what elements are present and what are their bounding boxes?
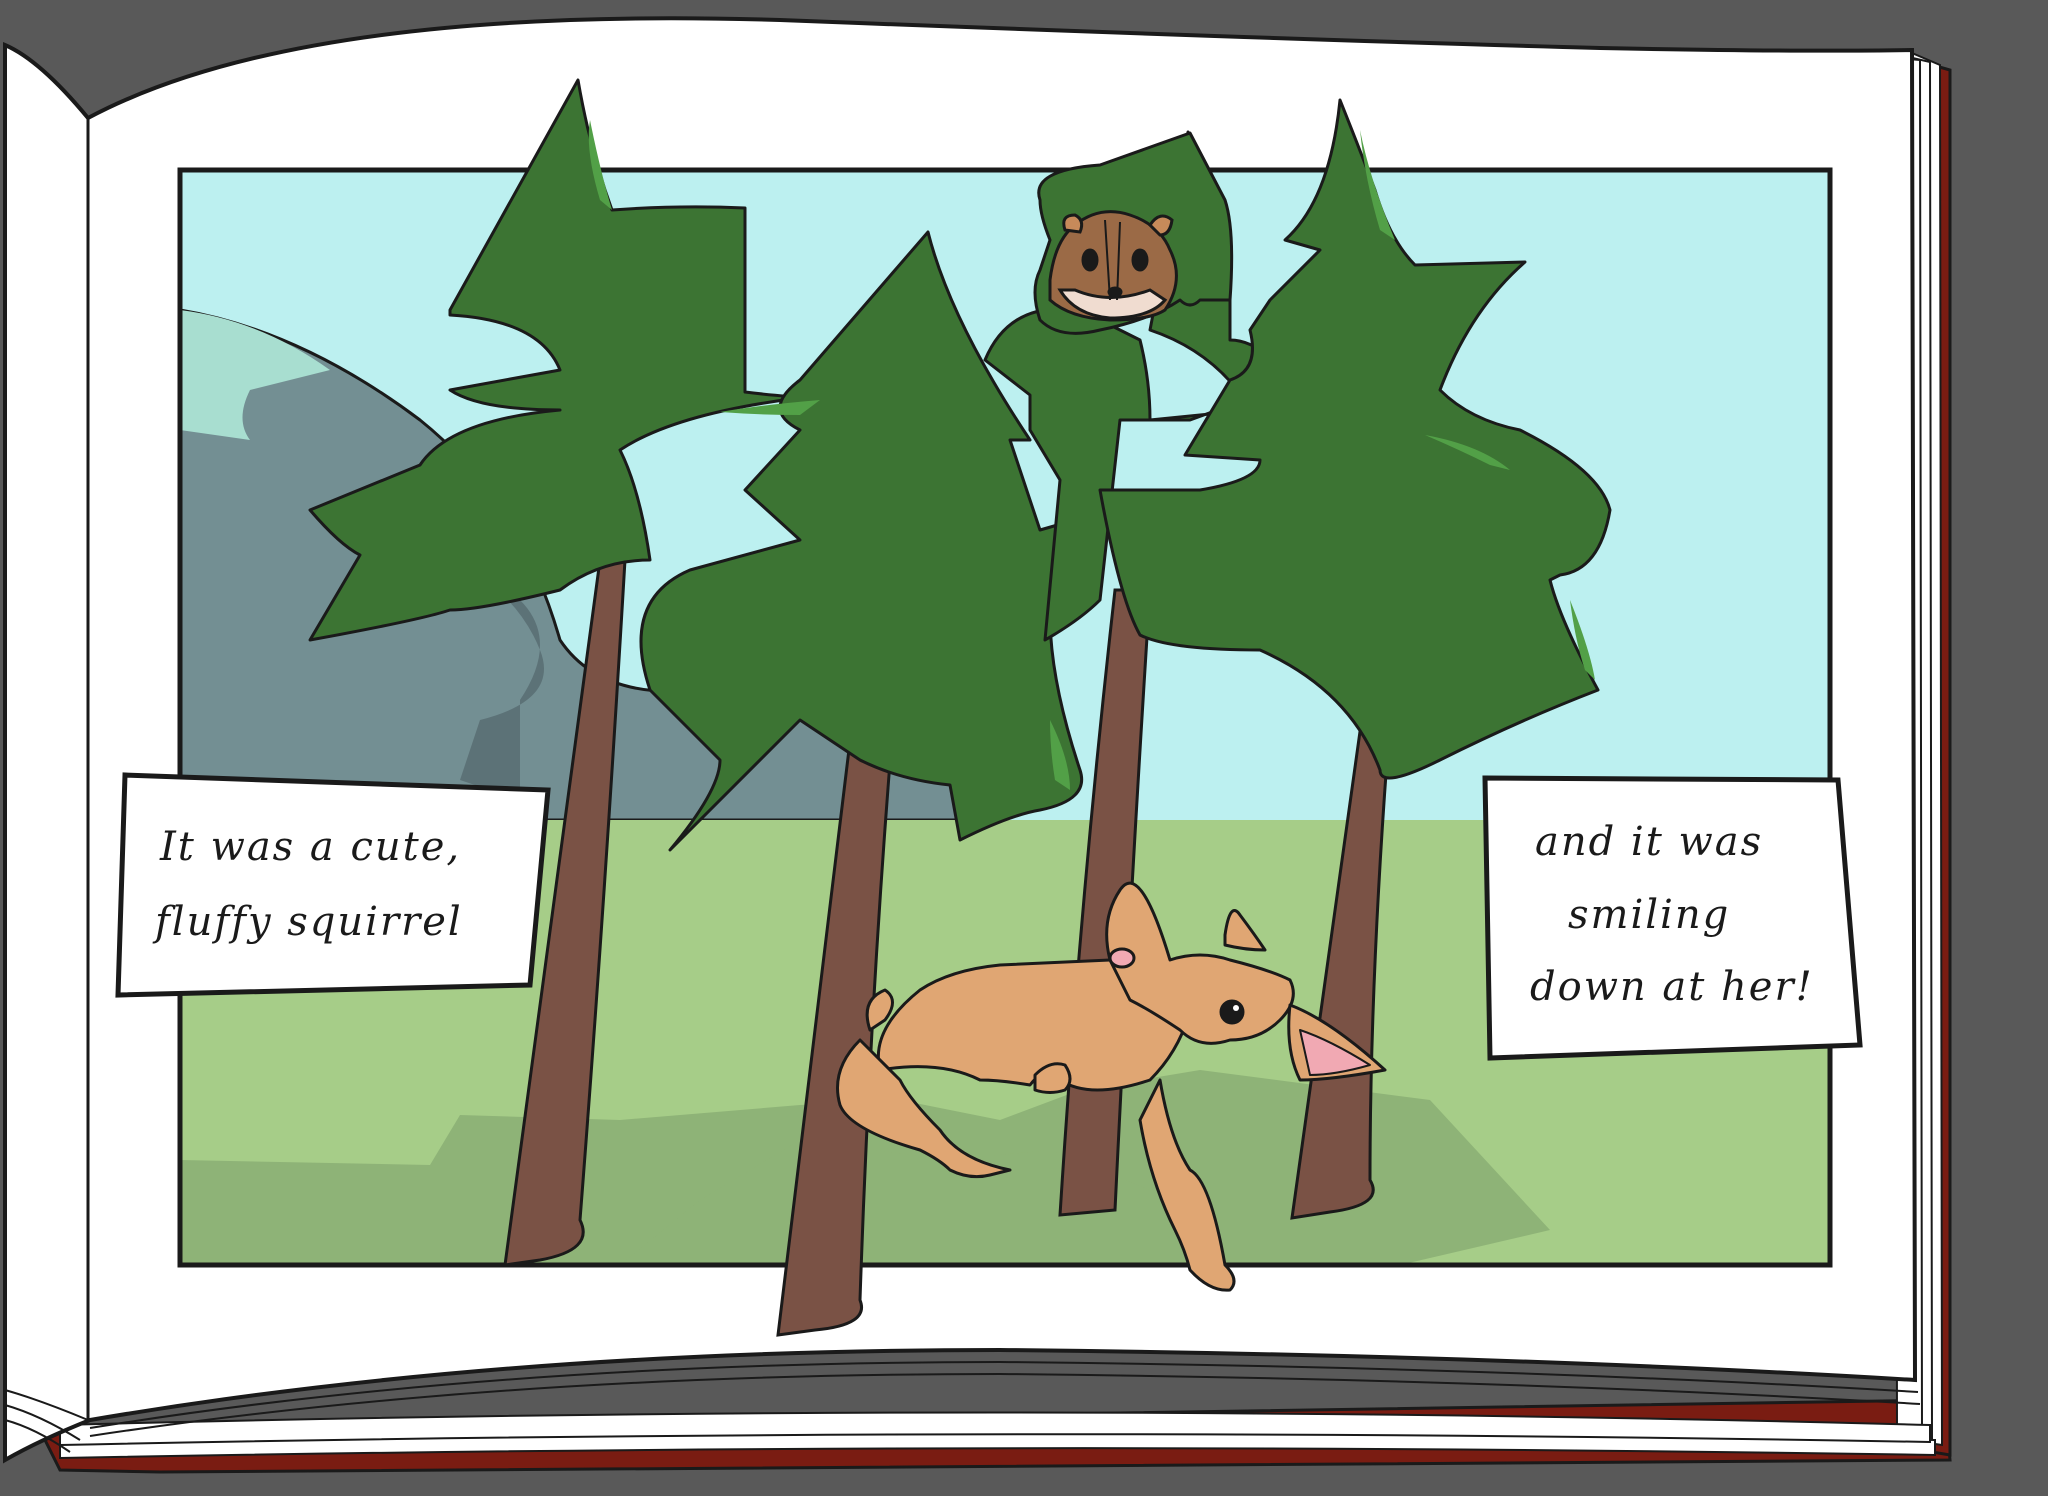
caption-left-line-2: fluffy squirrel xyxy=(152,899,463,945)
caption-left-line-1: It was a cute, xyxy=(159,824,461,870)
dog-eye-shine xyxy=(1233,1005,1239,1011)
squirrel-eye-right xyxy=(1131,248,1149,272)
storybook-scene: It was a cute, fluffy squirrel and it wa… xyxy=(0,0,2048,1496)
caption-box-right: and it was smiling down at her! xyxy=(1482,775,1863,1061)
caption-right-line-1: and it was xyxy=(1535,819,1763,865)
dog-nose xyxy=(1108,947,1136,969)
squirrel-ear-left xyxy=(1062,213,1084,234)
caption-right-line-3: down at her! xyxy=(1530,964,1814,1010)
caption-box-left: It was a cute, fluffy squirrel xyxy=(115,772,551,998)
caption-right-line-2: smiling xyxy=(1568,892,1730,938)
squirrel-eye-left xyxy=(1081,248,1099,272)
squirrel xyxy=(1048,210,1178,322)
squirrel-nose xyxy=(1107,286,1123,298)
dog-eye xyxy=(1219,999,1245,1025)
